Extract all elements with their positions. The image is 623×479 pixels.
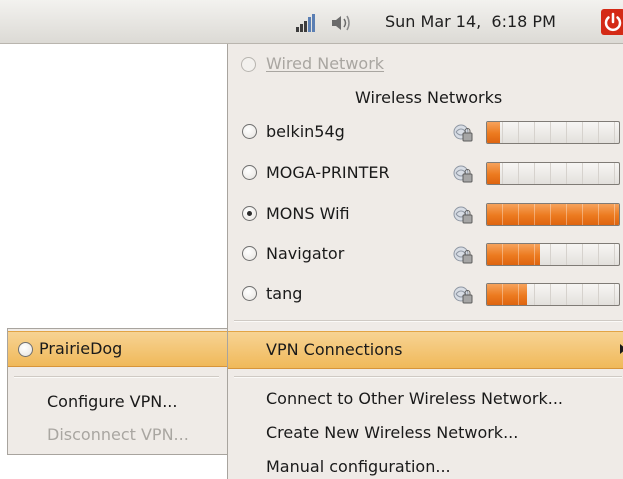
vpn-item-prairiedog[interactable]: PrairieDog [8,331,227,367]
wireless-networks-title: Wireless Networks [355,88,503,107]
menu-separator [234,376,622,378]
signal-strength-bar [486,283,620,306]
network-radio[interactable] [242,286,257,301]
manual-configuration-label: Manual configuration... [266,457,451,476]
secured-network-icon [453,124,473,142]
configure-vpn-item[interactable]: Configure VPN... [8,384,227,420]
power-icon[interactable] [601,9,623,35]
vpn-connection-name: PrairieDog [39,339,123,358]
vpn-connections-label: VPN Connections [266,340,403,359]
desktop: Sun Mar 14, 6:18 PM Wired Network Wirele… [0,0,623,479]
wired-network-item: Wired Network [228,46,623,82]
create-new-network-label: Create New Wireless Network... [266,423,519,442]
secured-network-icon [453,246,473,264]
signal-strength-bar [486,243,620,266]
clock[interactable]: Sun Mar 14, 6:18 PM [385,12,556,31]
vpn-radio[interactable] [18,342,33,357]
wireless-networks-header: Wireless Networks [228,80,623,116]
signal-strength-fill [487,244,540,265]
disconnect-vpn-label: Disconnect VPN... [47,425,189,444]
signal-strength-bar [486,121,620,144]
network-name: Navigator [266,244,345,263]
secured-network-icon [453,206,473,224]
signal-strength-icon[interactable] [295,13,317,33]
wired-network-label: Wired Network [266,54,385,73]
network-radio[interactable] [242,124,257,139]
connect-other-network-item[interactable]: Connect to Other Wireless Network... [228,381,623,417]
network-radio-selected[interactable] [242,206,257,221]
network-item-tang[interactable]: tang [228,276,623,312]
signal-strength-fill [487,122,501,143]
signal-strength-fill [487,163,501,184]
network-menu: Wired Network Wireless Networks belkin54… [227,44,623,479]
network-name: MOGA-PRINTER [266,163,390,182]
manual-configuration-item[interactable]: Manual configuration... [228,449,623,479]
vpn-connections-item[interactable]: VPN Connections [228,331,623,369]
signal-strength-fill [487,204,619,225]
signal-strength-bar [486,203,620,226]
network-radio[interactable] [242,246,257,261]
connect-other-network-label: Connect to Other Wireless Network... [266,389,563,408]
signal-strength-fill [487,284,527,305]
vpn-submenu: PrairieDog Configure VPN... Disconnect V… [7,328,228,455]
network-item-belkin54g[interactable]: belkin54g [228,114,623,150]
top-panel: Sun Mar 14, 6:18 PM [0,0,623,44]
secured-network-icon [453,165,473,183]
network-name: MONS Wifi [266,204,350,223]
network-name: belkin54g [266,122,345,141]
menu-separator [14,376,219,378]
menu-separator [234,320,622,322]
volume-icon[interactable] [330,13,352,33]
configure-vpn-label: Configure VPN... [47,392,178,411]
network-name: tang [266,284,303,303]
network-item-navigator[interactable]: Navigator [228,236,623,272]
network-item-mons-wifi[interactable]: MONS Wifi [228,196,623,232]
signal-strength-bar [486,162,620,185]
wired-network-radio [241,57,256,72]
secured-network-icon [453,286,473,304]
create-new-network-item[interactable]: Create New Wireless Network... [228,415,623,451]
disconnect-vpn-item: Disconnect VPN... [8,417,227,453]
network-radio[interactable] [242,165,257,180]
network-item-moga-printer[interactable]: MOGA-PRINTER [228,155,623,191]
